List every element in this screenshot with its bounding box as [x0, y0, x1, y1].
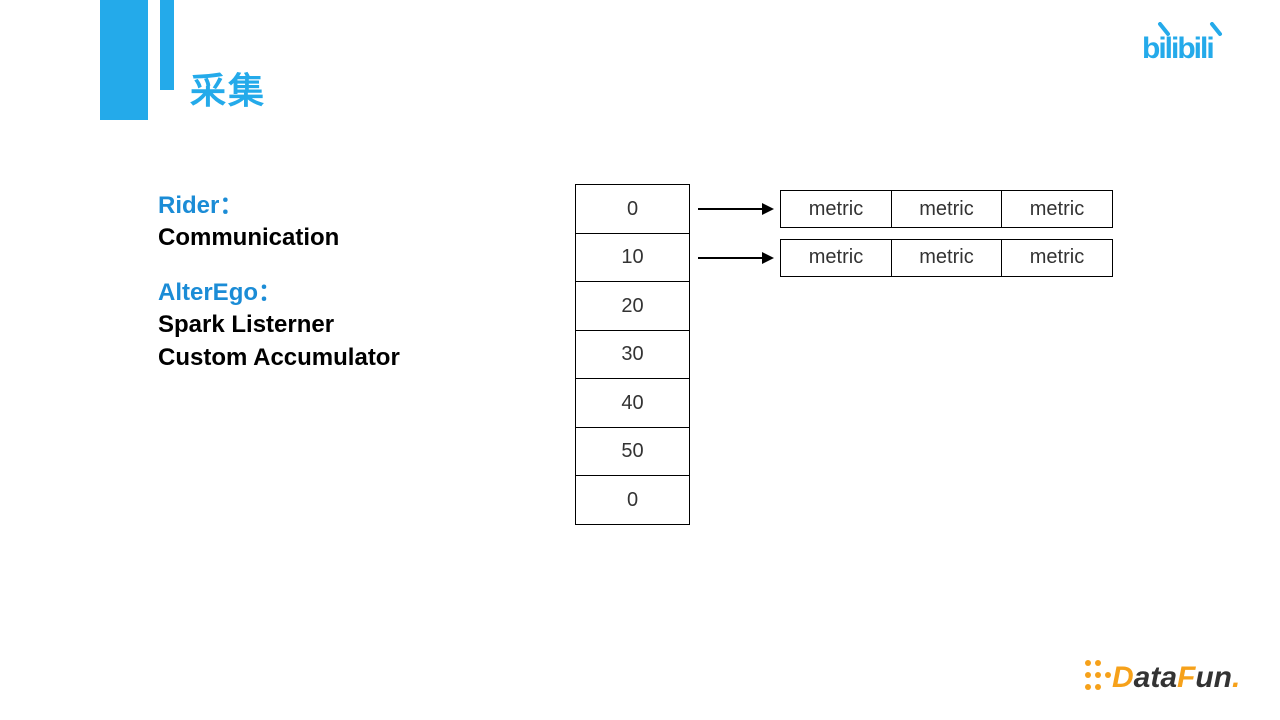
stack-cell: 10	[575, 233, 690, 283]
bilibili-logo: bilibili	[1142, 22, 1252, 73]
arrow-icon	[690, 184, 780, 234]
metric-cell: metric	[891, 190, 1003, 228]
metric-cell: metric	[891, 239, 1003, 277]
stack-cell: 20	[575, 281, 690, 331]
metric-cell: metric	[1001, 239, 1113, 277]
alterego-subtext-1: Spark Listerner	[158, 309, 400, 341]
metric-cell: metric	[780, 239, 892, 277]
metric-cell: metric	[1001, 190, 1113, 228]
metric-group: metric metric metric	[780, 239, 1113, 277]
alterego-heading: AlterEgo：	[158, 277, 400, 309]
stack-cell: 30	[575, 330, 690, 380]
stack-cell: 50	[575, 427, 690, 477]
svg-text:DataFun.: DataFun.	[1112, 661, 1240, 694]
arrow-icon	[690, 233, 780, 283]
stack-cell: 0	[575, 184, 690, 234]
stack-column: 0 10 20 30 40 50 0	[575, 184, 690, 525]
metric-row: metric metric metric	[690, 184, 1113, 234]
stack-cell: 0	[575, 475, 690, 525]
alterego-subtext-2: Custom Accumulator	[158, 342, 400, 374]
metric-group: metric metric metric	[780, 190, 1113, 228]
metric-row: metric metric metric	[690, 233, 1113, 283]
diagram: 0 10 20 30 40 50 0 metric metric metric	[575, 184, 690, 525]
metric-cell: metric	[780, 190, 892, 228]
rider-heading: Rider：	[158, 190, 400, 222]
rider-subtext: Communication	[158, 222, 400, 254]
left-text-block: Rider： Communication AlterEgo： Spark Lis…	[158, 190, 400, 374]
stack-cell: 40	[575, 378, 690, 428]
page-title: 采集	[190, 62, 266, 114]
header-accent-bars	[100, 0, 174, 120]
datafun-logo: DataFun.	[1082, 653, 1252, 702]
svg-text:bilibili: bilibili	[1142, 32, 1213, 65]
metric-rows: metric metric metric metric metric metri…	[690, 184, 1113, 281]
